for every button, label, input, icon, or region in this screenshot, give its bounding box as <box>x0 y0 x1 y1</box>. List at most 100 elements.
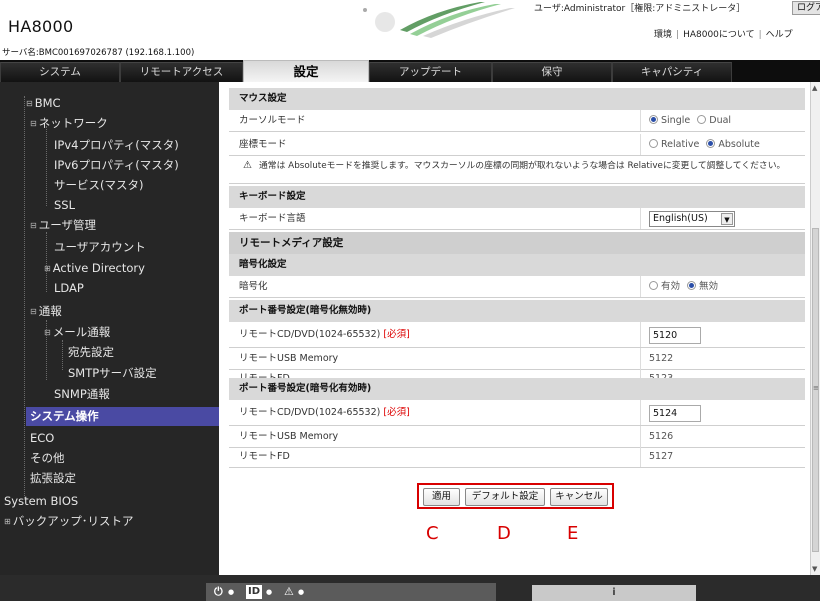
sidebar-item-services[interactable]: サービス(マスタ) <box>54 178 143 192</box>
section-title: キーボード設定 <box>239 191 306 202</box>
field-label: キーボード言語 <box>239 213 306 224</box>
sidebar: ⊟ BMC ⊟ ネットワーク IPv4プロパティ(マスタ) IPv6プロパティ(マス… <box>0 82 219 575</box>
field-label: リモートCD/DVD(1024-65532) [必須] <box>239 400 410 426</box>
usb-port-value: 5126 <box>649 431 674 442</box>
keyboard-language-select[interactable]: English(US) ▼ <box>649 211 735 227</box>
radio-enabled[interactable] <box>649 281 658 290</box>
sidebar-item-system-operation[interactable]: システム操作 <box>26 407 219 426</box>
form-row: リモートCD/DVD(1024-65532) [必須] 5124 <box>229 400 805 426</box>
form-row: リモートFD 5127 <box>229 446 805 468</box>
sidebar-item-mail-notification[interactable]: ⊟ メール通報 <box>44 325 110 340</box>
scroll-down-icon[interactable]: ▼ <box>812 565 817 573</box>
header-links: 環境 | HA8000について | ヘルプ <box>654 27 793 40</box>
logout-button[interactable]: ログアウト <box>792 1 820 15</box>
alert-status-icon: ● <box>298 588 305 596</box>
link-environment[interactable]: 環境 <box>654 30 672 40</box>
fd-port-value: 5127 <box>649 451 674 462</box>
radio-disabled[interactable] <box>687 281 697 290</box>
id-lamp-icon[interactable]: ID <box>246 585 263 599</box>
sidebar-item-bmc[interactable]: ⊟ BMC <box>26 96 61 111</box>
brand-title: HA8000 <box>8 17 74 36</box>
chevron-down-icon[interactable]: ▼ <box>721 213 733 225</box>
header-swoosh-graphic <box>363 2 515 38</box>
cell-divider <box>640 134 641 155</box>
field-label: 暗号化 <box>239 281 268 292</box>
tree-line <box>62 340 63 370</box>
form-row: リモートUSB Memory 5122 <box>229 348 805 370</box>
sidebar-item-ipv6[interactable]: IPv6プロパティ(マスタ) <box>54 158 179 172</box>
expand-icon[interactable]: ⊞ <box>4 517 11 526</box>
vertical-scrollbar[interactable]: ▲ ≡ ▼ <box>810 82 820 575</box>
scroll-up-icon[interactable]: ▲ <box>812 84 817 92</box>
tab-remote-access[interactable]: リモートアクセス <box>120 62 243 82</box>
info-icon: i <box>612 587 616 598</box>
field-label: カーソルモード <box>239 115 306 126</box>
cell-divider <box>640 208 641 229</box>
alert-icon[interactable]: ⚠ <box>284 585 294 599</box>
collapse-icon[interactable]: ⊟ <box>26 99 33 108</box>
radio-relative[interactable] <box>649 139 658 148</box>
info-panel[interactable]: i <box>532 585 696 601</box>
sidebar-item-smtp-server[interactable]: SMTPサーバ設定 <box>68 366 157 380</box>
sidebar-item-active-directory[interactable]: ⊞ Active Directory <box>44 261 145 276</box>
tab-capacity[interactable]: キャパシティ <box>612 62 732 82</box>
section-title: 暗号化設定 <box>239 259 287 270</box>
section-header: キーボード設定 <box>229 186 805 208</box>
section-header: ポート番号設定(暗号化有効時) <box>229 378 805 400</box>
sidebar-item-eco[interactable]: ECO <box>30 431 54 445</box>
field-label: 座標モード <box>239 139 287 150</box>
expand-icon[interactable]: ⊞ <box>44 264 51 273</box>
apply-button[interactable]: 適用 <box>423 488 460 506</box>
required-mark: [必須] <box>383 407 410 418</box>
radio-dual[interactable] <box>697 115 707 124</box>
power-icon[interactable]: ⏻ <box>214 585 223 599</box>
cd-port-input[interactable]: 5124 <box>649 405 701 422</box>
annotation-c: C <box>426 523 439 544</box>
radio-label: Dual <box>709 115 732 126</box>
radio-single[interactable] <box>649 115 658 124</box>
cd-port-input[interactable]: 5120 <box>649 327 701 344</box>
annotation-e: E <box>567 523 579 544</box>
tab-settings[interactable]: 設定 <box>243 60 369 82</box>
sidebar-item-destination[interactable]: 宛先設定 <box>68 345 114 359</box>
radio-absolute[interactable] <box>706 139 716 148</box>
radio-label: 無効 <box>699 281 719 292</box>
tab-update[interactable]: アップデート <box>369 62 492 82</box>
link-help[interactable]: ヘルプ <box>766 30 793 40</box>
sidebar-item-user-accounts[interactable]: ユーザアカウント <box>54 240 146 254</box>
usb-port-value: 5122 <box>649 353 674 364</box>
collapse-icon[interactable]: ⊟ <box>44 328 51 337</box>
cell-divider <box>640 446 641 467</box>
sidebar-item-ssl[interactable]: SSL <box>54 198 75 212</box>
link-separator: | <box>758 30 762 40</box>
sidebar-item-ldap[interactable]: LDAP <box>54 281 84 295</box>
collapse-icon[interactable]: ⊟ <box>30 119 37 128</box>
sidebar-item-system-bios[interactable]: System BIOS <box>4 494 78 508</box>
cancel-button[interactable]: キャンセル <box>550 488 608 506</box>
server-name: サーバ名:BMC001697026787 (192.168.1.100) <box>2 48 195 58</box>
collapse-icon[interactable]: ⊟ <box>30 221 37 230</box>
sidebar-item-ipv4[interactable]: IPv4プロパティ(マスタ) <box>54 138 179 152</box>
section-header: 暗号化設定 <box>229 254 805 276</box>
sidebar-item-snmp[interactable]: SNMP通報 <box>54 387 110 401</box>
default-settings-button[interactable]: デフォルト設定 <box>465 488 545 506</box>
sidebar-item-extended[interactable]: 拡張設定 <box>30 471 76 485</box>
coord-mode-radio-group: Relative Absolute <box>649 134 760 156</box>
sidebar-item-backup-restore[interactable]: ⊞ バックアップ･リストア <box>4 514 133 529</box>
link-about[interactable]: HA8000について <box>683 30 755 40</box>
sidebar-item-other[interactable]: その他 <box>30 451 65 465</box>
cursor-mode-radio-group: Single Dual <box>649 110 731 132</box>
select-value: English(US) <box>653 213 708 224</box>
tab-maintenance[interactable]: 保守 <box>492 62 612 82</box>
tab-system[interactable]: システム <box>0 62 120 82</box>
sidebar-item-label: メール通報 <box>52 325 111 339</box>
sidebar-item-notification[interactable]: ⊟ 通報 <box>30 304 62 319</box>
radio-label: Relative <box>661 139 700 150</box>
collapse-icon[interactable]: ⊟ <box>30 307 37 316</box>
cell-divider <box>640 348 641 369</box>
radio-label: Single <box>661 115 691 126</box>
sidebar-item-user-management[interactable]: ⊟ ユーザ管理 <box>30 218 96 233</box>
field-label-text: リモートCD/DVD(1024-65532) <box>239 407 381 418</box>
sidebar-item-network[interactable]: ⊟ ネットワーク <box>30 116 108 131</box>
field-label-text: リモートCD/DVD(1024-65532) <box>239 329 381 340</box>
